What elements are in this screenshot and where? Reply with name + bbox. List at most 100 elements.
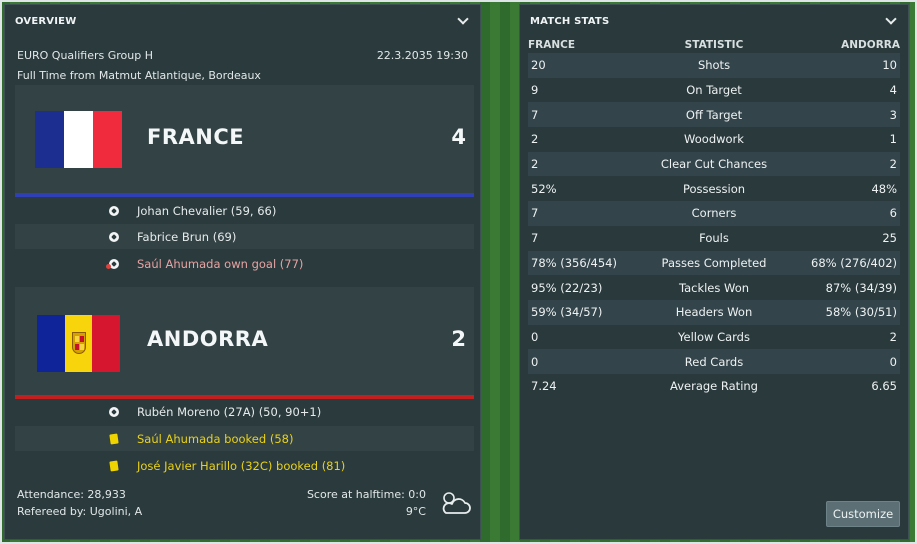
stat-row: 0 Yellow Cards 2 — [528, 325, 900, 350]
venue-row: Full Time from Matmut Atlantique, Bordea… — [5, 65, 480, 85]
stat-home-value: 0 — [531, 354, 539, 369]
home-event-row[interactable]: Fabrice Brun (69) — [15, 224, 474, 249]
halftime-score-label: Score at halftime: 0:0 — [306, 488, 426, 501]
home-column-header: FRANCE — [528, 39, 576, 51]
statistic-column-header: STATISTIC — [684, 39, 744, 51]
home-event-row[interactable]: Johan Chevalier (59, 66) — [15, 198, 474, 223]
venue-label: Full Time from Matmut Atlantique, Bordea… — [17, 68, 261, 82]
stat-row: 59% (34/57) Headers Won 58% (30/51) — [528, 299, 900, 325]
stat-label: Headers Won — [675, 305, 753, 320]
stat-row: 95% (22/23) Tackles Won 87% (34/39) — [528, 275, 900, 300]
stat-away-value: 3 — [889, 107, 897, 122]
own-goal-icon — [106, 258, 120, 270]
away-team-name[interactable]: ANDORRA — [147, 327, 268, 351]
event-text: José Javier Harillo (32C) booked (81) — [137, 458, 346, 473]
stat-row: 2 Clear Cut Chances 2 — [528, 151, 900, 177]
chevron-down-icon[interactable] — [884, 14, 898, 28]
stat-home-value: 95% (22/23) — [531, 280, 603, 295]
home-team-color-bar — [15, 193, 474, 197]
stat-label: Corners — [691, 206, 737, 221]
stat-label: Woodwork — [684, 132, 744, 147]
competition-label: EURO Qualifiers Group H — [17, 48, 153, 62]
event-text: Rubén Moreno (27A) (50, 90+1) — [137, 404, 322, 419]
andorra-flag-icon — [37, 315, 121, 372]
stat-label: Shots — [697, 58, 731, 73]
customize-button[interactable]: Customize — [826, 501, 900, 527]
stat-label: Possession — [682, 181, 746, 196]
away-event-row[interactable]: Rubén Moreno (27A) (50, 90+1) — [15, 399, 474, 424]
stat-home-value: 78% (356/454) — [531, 255, 617, 270]
stat-home-value: 7.24 — [531, 379, 557, 394]
stat-away-value: 0 — [889, 354, 897, 369]
stat-away-value: 2 — [889, 329, 897, 344]
stat-home-value: 7 — [531, 231, 539, 246]
home-event-row[interactable]: Saúl Ahumada own goal (77) — [15, 251, 474, 276]
match-meta: EURO Qualifiers Group H 22.3.2035 19:30 — [5, 45, 480, 65]
stat-home-value: 2 — [531, 157, 539, 172]
away-event-row[interactable]: José Javier Harillo (32C) booked (81) — [15, 453, 474, 478]
match-datetime: 22.3.2035 19:30 — [376, 48, 468, 62]
stat-home-value: 52% — [531, 181, 557, 196]
stat-home-value: 59% (34/57) — [531, 305, 603, 320]
match-stats-title: MATCH STATS — [530, 15, 610, 27]
stat-label: Red Cards — [684, 354, 744, 369]
stat-row: 7 Corners 6 — [528, 201, 900, 226]
stat-home-value: 2 — [531, 132, 539, 147]
stat-label: Fouls — [699, 231, 729, 246]
stat-home-value: 0 — [531, 329, 539, 344]
yellow-card-icon — [108, 459, 120, 472]
home-team-name[interactable]: FRANCE — [147, 125, 244, 149]
stat-home-value: 20 — [531, 58, 546, 73]
stat-away-value: 48% — [871, 181, 897, 196]
referee-label: Refereed by: Ugolini, A — [17, 505, 143, 518]
stat-label: On Target — [686, 83, 742, 98]
stat-row: 9 On Target 4 — [528, 78, 900, 103]
attendance-label: Attendance: 28,933 — [17, 488, 126, 501]
stat-away-value: 87% (34/39) — [825, 280, 897, 295]
away-team-score: 2 — [451, 327, 466, 351]
event-text: Johan Chevalier (59, 66) — [137, 203, 277, 218]
stat-row: 2 Woodwork 1 — [528, 127, 900, 152]
overview-header: OVERVIEW — [5, 5, 480, 37]
stat-row: 78% (356/454) Passes Completed 68% (276/40… — [528, 250, 900, 276]
home-team-score: 4 — [451, 125, 466, 149]
stat-away-value: 6 — [889, 206, 897, 221]
stat-away-value: 68% (276/402) — [811, 255, 897, 270]
stats-table: 20 Shots 10 9 On Target 4 7 Off Target 3 2 Woodwor… — [520, 53, 908, 399]
temperature-label: 9°C — [405, 505, 426, 518]
away-column-header: ANDORRA — [841, 39, 900, 51]
cloud-icon — [442, 492, 471, 514]
event-text: Saúl Ahumada booked (58) — [137, 431, 294, 446]
overview-panel: OVERVIEW EURO Qualifiers Group H 22.3.20… — [4, 4, 481, 540]
stat-label: Off Target — [685, 107, 743, 122]
goal-ball-icon — [108, 231, 120, 243]
event-text: Fabrice Brun (69) — [137, 229, 237, 244]
stat-home-value: 7 — [531, 206, 539, 221]
stat-row: 20 Shots 10 — [528, 53, 900, 78]
stats-column-header: FRANCE STATISTIC ANDORRA — [520, 37, 908, 53]
stat-row: 7.24 Average Rating 6.65 — [528, 374, 900, 399]
france-flag-icon — [35, 111, 122, 168]
stat-away-value: 6.65 — [871, 379, 897, 394]
stat-away-value: 1 — [889, 132, 897, 147]
stat-away-value: 25 — [882, 231, 897, 246]
overview-title: OVERVIEW — [15, 15, 77, 27]
stat-label: Average Rating — [670, 379, 758, 394]
home-team-block[interactable]: FRANCE 4 — [15, 85, 474, 197]
away-team-block[interactable]: ANDORRA 2 — [15, 287, 474, 399]
stat-away-value: 4 — [889, 83, 897, 98]
away-event-row[interactable]: Saúl Ahumada booked (58) — [15, 426, 474, 451]
stat-row: 7 Off Target 3 — [528, 102, 900, 128]
goal-ball-icon — [108, 406, 120, 418]
stat-row: 7 Fouls 25 — [528, 226, 900, 251]
chevron-down-icon[interactable] — [456, 14, 470, 28]
stat-row: 0 Red Cards 0 — [528, 349, 900, 374]
stat-away-value: 10 — [882, 58, 897, 73]
stat-label: Clear Cut Chances — [660, 157, 768, 172]
match-stats-panel: MATCH STATS FRANCE STATISTIC ANDORRA 20 S… — [519, 4, 909, 540]
stat-label: Passes Completed — [661, 255, 767, 270]
yellow-card-icon — [108, 432, 120, 445]
stat-label: Yellow Cards — [678, 329, 750, 344]
stat-home-value: 7 — [531, 107, 539, 122]
stat-away-value: 2 — [889, 157, 897, 172]
